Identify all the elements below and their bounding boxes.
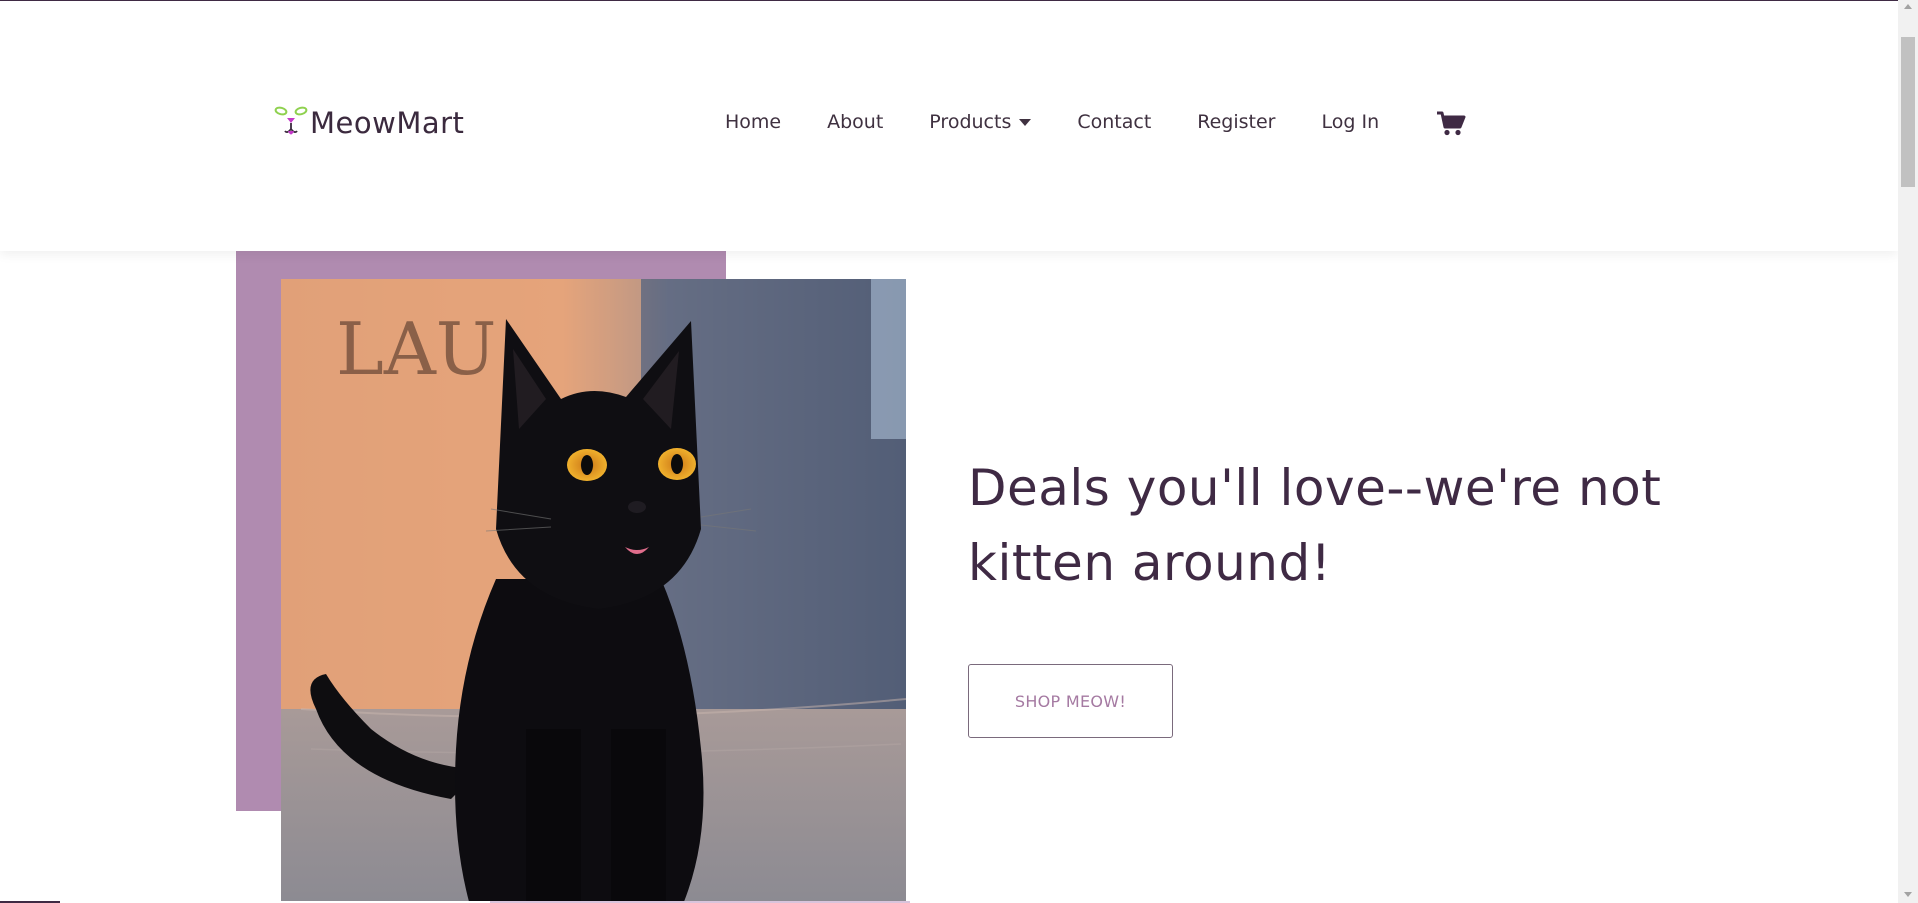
shopping-cart-icon[interactable] xyxy=(1436,111,1466,137)
hero-headline: Deals you'll love--we're not kitten arou… xyxy=(968,459,1662,592)
nav-about[interactable]: About xyxy=(827,111,883,133)
scrollbar-thumb[interactable] xyxy=(1901,37,1915,187)
hero-cat-image: LAU xyxy=(281,279,906,903)
hero-section: LAU Deals you'll love--we're not kitten … xyxy=(0,251,1898,903)
scroll-down-arrow-icon[interactable] xyxy=(1904,892,1912,897)
nav-register[interactable]: Register xyxy=(1197,111,1275,133)
nav-home[interactable]: Home xyxy=(725,111,781,133)
shop-meow-button[interactable]: SHOP MEOW! xyxy=(968,664,1173,738)
page: MeowMart Home About Products Contact Reg… xyxy=(0,1,1898,903)
main-nav: Home About Products Contact Register Log… xyxy=(725,111,1425,133)
nav-login[interactable]: Log In xyxy=(1322,111,1380,133)
nav-products-label: Products xyxy=(929,111,1012,133)
scroll-up-arrow-icon[interactable] xyxy=(1904,4,1912,9)
nav-contact[interactable]: Contact xyxy=(1077,111,1151,133)
brand-link[interactable]: MeowMart xyxy=(274,101,464,141)
brand-name: MeowMart xyxy=(310,106,465,140)
nav-products-dropdown[interactable]: Products xyxy=(929,111,1032,133)
caret-down-icon xyxy=(1019,118,1032,126)
svg-text:LAU: LAU xyxy=(336,307,497,391)
cat-face-logo-icon xyxy=(274,106,308,135)
vertical-scrollbar[interactable] xyxy=(1898,0,1918,903)
navbar: MeowMart Home About Products Contact Reg… xyxy=(0,1,1898,251)
